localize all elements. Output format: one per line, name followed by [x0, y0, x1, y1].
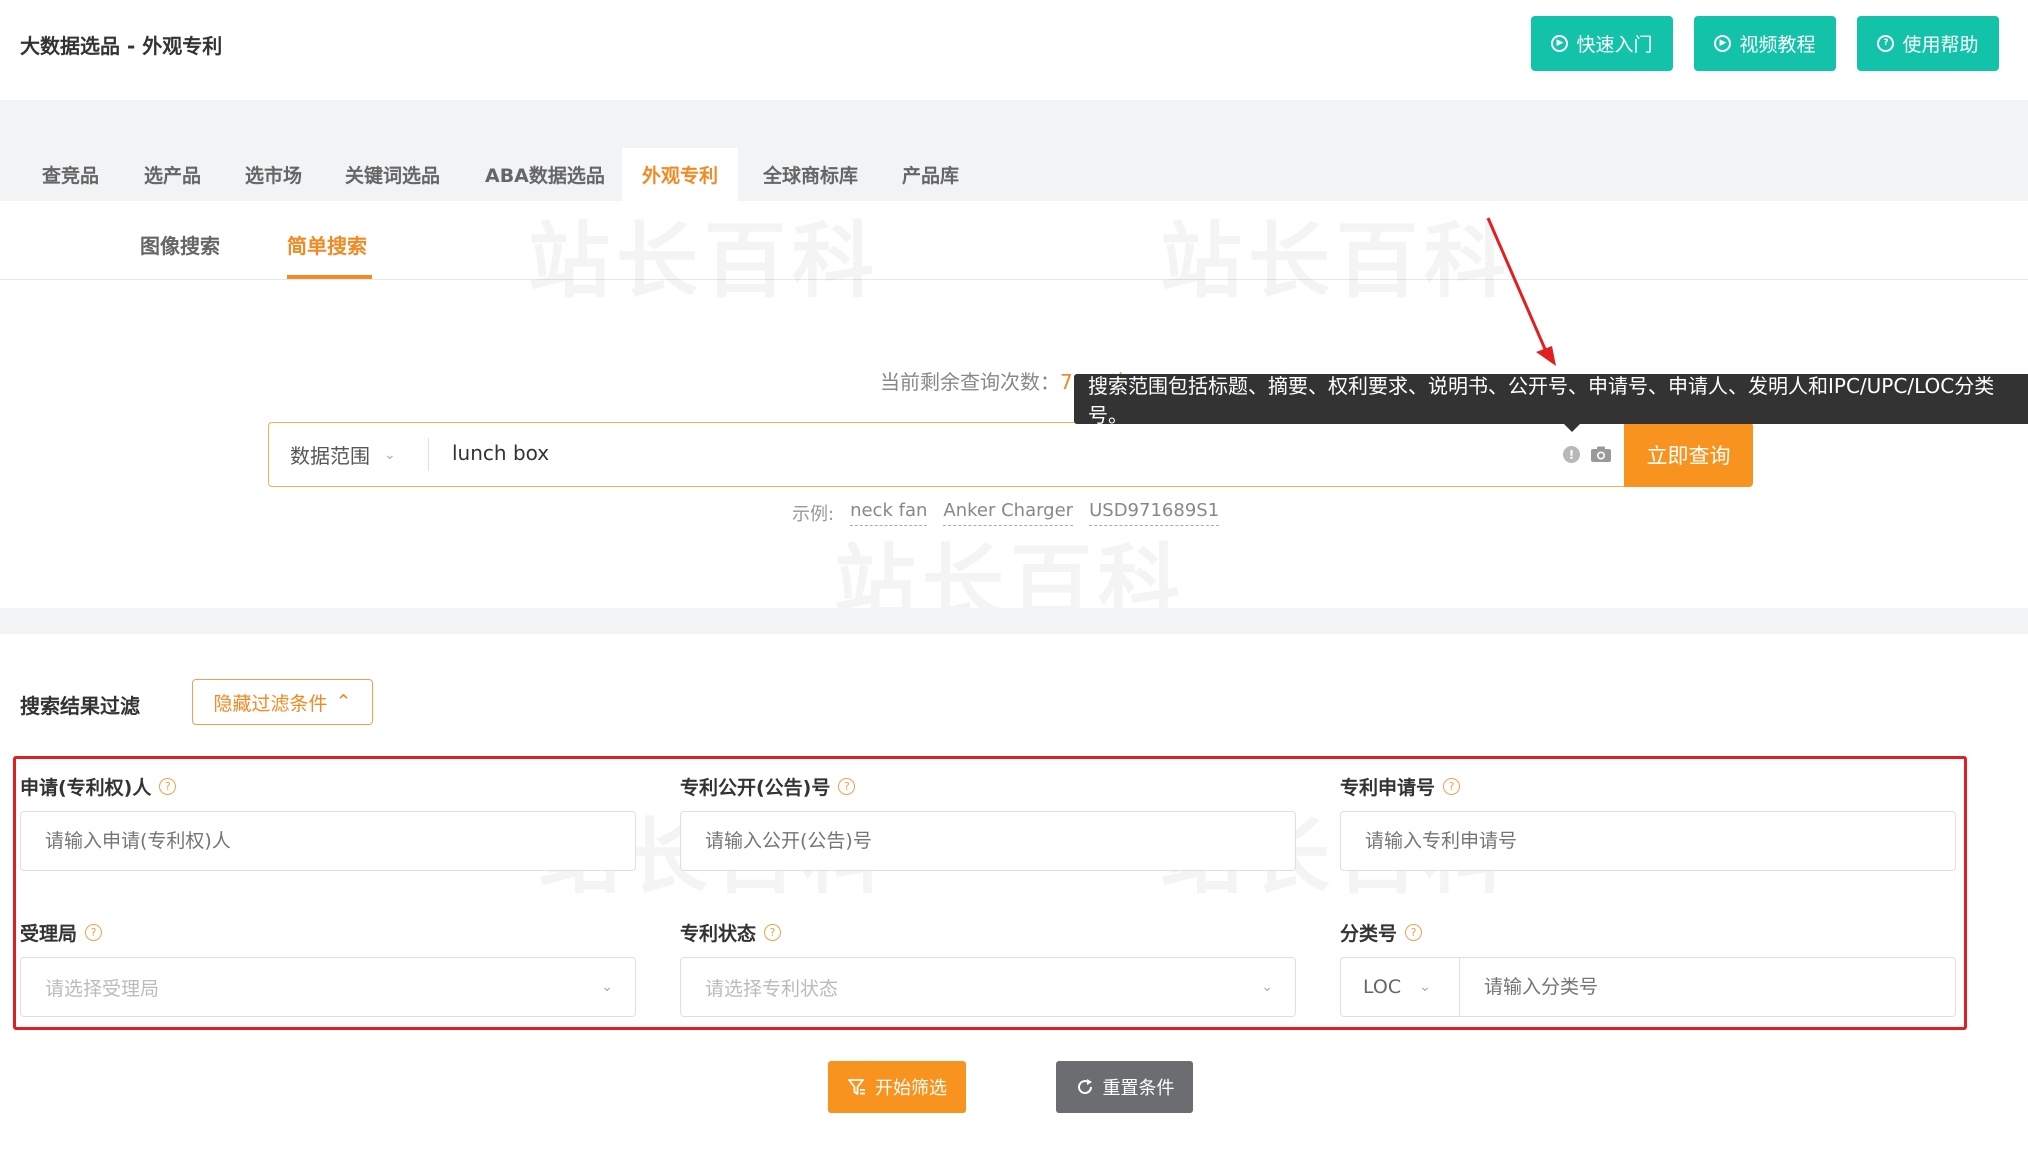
chevron-up-icon: ⌃ [335, 691, 352, 713]
office-select[interactable]: 请选择受理局 ⌄ [20, 957, 636, 1017]
tab-aba[interactable]: ABA数据选品 [465, 148, 625, 201]
range-divider [428, 438, 429, 471]
filter-title: 搜索结果过滤 [20, 694, 140, 718]
application-no-label: 专利申请号 ? [1340, 773, 1461, 800]
question-icon[interactable]: ? [159, 778, 177, 795]
quick-start-button[interactable]: ▶ 快速入门 [1531, 16, 1673, 71]
example-link[interactable]: neck fan [850, 500, 928, 526]
refresh-icon [1077, 1079, 1092, 1095]
search-examples: 示例: neck fan Anker Charger USD971689S1 [792, 500, 1220, 526]
publication-no-label: 专利公开(公告)号 ? [680, 773, 856, 800]
data-range-select[interactable]: 数据范围 ⌄ [290, 440, 396, 469]
question-icon[interactable]: ? [764, 924, 782, 941]
search-submit-button[interactable]: 立即查询 [1624, 422, 1753, 487]
hide-filters-label: 隐藏过滤条件 [213, 692, 328, 715]
play-circle-icon: ▶ [1551, 35, 1569, 52]
watermark: 站长百科 [1160, 194, 1512, 313]
camera-icon[interactable] [1590, 446, 1612, 463]
chevron-down-icon: ⌄ [1261, 979, 1273, 995]
example-link[interactable]: Anker Charger [943, 500, 1074, 526]
chevron-down-icon: ⌄ [384, 446, 396, 463]
examples-label: 示例: [792, 504, 835, 525]
classification-label: 分类号 ? [1340, 919, 1423, 946]
help-label: 使用帮助 [1902, 34, 1979, 56]
question-icon[interactable]: ? [838, 778, 856, 795]
help-button[interactable]: ? 使用帮助 [1857, 16, 1999, 71]
reset-conditions-label: 重置条件 [1102, 1078, 1175, 1099]
applicant-label: 申请(专利权)人 ? [20, 773, 177, 800]
search-input[interactable]: lunch box [452, 441, 549, 465]
classification-scheme-select[interactable]: LOC ⌄ [1340, 957, 1460, 1017]
applicant-input[interactable] [20, 811, 636, 871]
question-icon[interactable]: ? [1443, 778, 1461, 795]
start-filter-button[interactable]: 开始筛选 [828, 1061, 966, 1113]
search-scope-tooltip: 搜索范围包括标题、摘要、权利要求、说明书、公开号、申请号、申请人、发明人和IPC… [1074, 374, 2028, 427]
page-title: 大数据选品 - 外观专利 [20, 34, 223, 58]
chevron-down-icon: ⌄ [1419, 979, 1431, 995]
section-separator [0, 608, 2028, 634]
tab-product-library[interactable]: 产品库 [882, 148, 979, 201]
data-range-label: 数据范围 [290, 444, 370, 468]
question-icon[interactable]: ? [1405, 924, 1423, 941]
publication-no-input[interactable] [680, 811, 1296, 871]
annotation-arrow [1486, 217, 1556, 366]
tab-product[interactable]: 选产品 [124, 148, 221, 201]
tooltip-arrow [1564, 424, 1580, 432]
status-select[interactable]: 请选择专利状态 ⌄ [680, 957, 1296, 1017]
play-circle-icon: ▶ [1714, 35, 1732, 52]
subtab-divider [0, 279, 2028, 280]
application-no-input[interactable] [1340, 811, 1956, 871]
example-link[interactable]: USD971689S1 [1089, 500, 1220, 526]
watermark: 站长百科 [528, 194, 880, 313]
tab-global-trademark[interactable]: 全球商标库 [743, 148, 878, 201]
classification-input[interactable] [1459, 957, 1956, 1017]
start-filter-label: 开始筛选 [875, 1078, 947, 1099]
reset-conditions-button[interactable]: 重置条件 [1056, 1061, 1193, 1113]
video-tutorial-label: 视频教程 [1739, 34, 1816, 56]
subtab-image-search[interactable]: 图像搜索 [140, 230, 220, 259]
tab-competitor[interactable]: 查竞品 [22, 148, 119, 201]
question-icon[interactable]: ? [85, 924, 103, 941]
status-label: 专利状态 ? [680, 919, 782, 946]
chevron-down-icon: ⌄ [601, 979, 613, 995]
help-circle-icon: ? [1877, 35, 1895, 52]
quick-start-label: 快速入门 [1576, 34, 1653, 56]
hide-filters-button[interactable]: 隐藏过滤条件 ⌃ [192, 679, 373, 725]
filter-icon [848, 1079, 865, 1095]
tab-design-patent[interactable]: 外观专利 [622, 148, 739, 201]
video-tutorial-button[interactable]: ▶ 视频教程 [1694, 16, 1836, 71]
office-label: 受理局 ? [20, 919, 103, 946]
tab-market[interactable]: 选市场 [225, 148, 322, 201]
info-icon[interactable]: ! [1563, 446, 1580, 463]
subtab-simple-search[interactable]: 简单搜索 [287, 230, 367, 259]
tab-keyword[interactable]: 关键词选品 [325, 148, 460, 201]
